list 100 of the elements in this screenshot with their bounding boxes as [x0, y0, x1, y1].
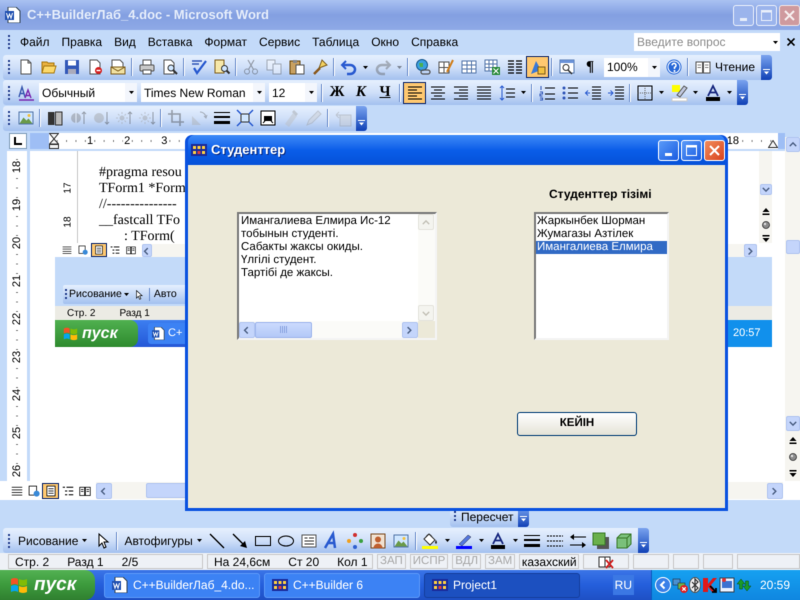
language-indicator[interactable]: RU: [612, 575, 634, 595]
memo-field[interactable]: Имангалиева Елмира Ис-12 тобынын студенті. Сабакты жаксы окиды. Үлгілі студент. Тартібі де жаксы.: [237, 212, 437, 340]
arrow-icon: [232, 532, 248, 548]
list-item[interactable]: Жумагазы Азтілек: [536, 228, 667, 241]
toolbar-options-button[interactable]: [737, 80, 748, 105]
page-no-entry-icon: [86, 59, 102, 75]
person-tile-icon: [370, 532, 386, 548]
recalc-button[interactable]: Пересчет: [459, 508, 516, 526]
scroll-left-button[interactable]: [96, 482, 112, 498]
network-error-icon[interactable]: [672, 577, 688, 593]
framed-screen-icon[interactable]: [719, 577, 735, 593]
four-dots-icon: [347, 532, 364, 548]
print-layout-button[interactable]: [91, 243, 107, 257]
print-layout-button[interactable]: [42, 482, 59, 498]
blank-page-icon: [18, 59, 34, 75]
scroll-down-button[interactable]: [786, 416, 800, 431]
menu-item[interactable]: Формат: [200, 32, 252, 52]
scroll-up-button[interactable]: [786, 137, 800, 152]
scroll-right-button[interactable]: [767, 482, 783, 498]
menu-item[interactable]: Таблица: [308, 32, 364, 52]
indent-icon: [608, 84, 624, 100]
bold-button[interactable]: Ж: [325, 82, 349, 104]
scroll-thumb[interactable]: [255, 322, 312, 338]
sun-down-arrow-icon: [138, 110, 154, 126]
menu-item[interactable]: Вставка: [144, 32, 196, 52]
square-back-arrow-icon: [334, 110, 350, 126]
shapes-icon: [530, 59, 546, 75]
status-text: Стр. 2: [15, 554, 50, 570]
italic-button[interactable]: К: [349, 82, 373, 104]
list-item[interactable]: Имангалиева Елмира: [536, 241, 667, 254]
underline-button[interactable]: Ч: [373, 82, 397, 104]
font-dropdown[interactable]: Times New Roman: [141, 83, 265, 102]
student-list-box[interactable]: Жаркынбек Шорман Жумагазы Азтілек Имангалиева Елмира: [534, 212, 669, 340]
caret-icon: [652, 66, 656, 68]
grip-icon[interactable]: [8, 84, 11, 100]
menu-item[interactable]: Файл: [16, 32, 54, 52]
ball-icon[interactable]: [788, 453, 796, 461]
grip-icon[interactable]: [8, 59, 11, 75]
right-indent-marker-icon[interactable]: [768, 140, 778, 148]
dialog-title: Студенттер: [211, 141, 286, 160]
down-arrow-bar-icon[interactable]: [788, 469, 796, 477]
font-size-dropdown[interactable]: 12: [269, 83, 317, 102]
k-shape-arrow-icon[interactable]: [702, 577, 718, 593]
taskbar-button[interactable]: Project1: [424, 572, 580, 598]
chevron-left-icon[interactable]: [655, 577, 671, 593]
code-line: __fastcall TFo: [99, 213, 180, 229]
menu-item[interactable]: Вид: [110, 32, 140, 52]
menu-button[interactable]: Рисование: [14, 530, 92, 552]
bluetooth-icon[interactable]: [689, 577, 701, 593]
toolbar-options-button[interactable]: [761, 54, 772, 80]
memo-text-line: Үлгілі студент.: [241, 254, 316, 267]
scroll-down-button[interactable]: [760, 184, 772, 195]
help-question-field[interactable]: Введите вопрос: [634, 33, 780, 51]
zoom-dropdown[interactable]: 100%: [604, 58, 660, 76]
caret-icon: [512, 539, 518, 542]
menu-button[interactable]: Автофигуры: [120, 530, 206, 552]
status-panel: [737, 554, 800, 569]
close-icon: [784, 10, 795, 20]
drawing-button[interactable]: [526, 56, 549, 78]
grip-icon[interactable]: [8, 532, 11, 548]
scroll-right-button[interactable]: [744, 244, 757, 256]
tab-selector-button[interactable]: [9, 133, 27, 149]
scroll-thumb[interactable]: [786, 240, 800, 254]
taskbar-button[interactable]: C++BuilderЛаб_4.do...: [104, 572, 260, 598]
start-button[interactable]: пуск: [0, 570, 95, 600]
scroll-right-button[interactable]: [402, 322, 418, 338]
square-corner-arrows-icon: [236, 110, 252, 126]
align-right-icon: [452, 84, 468, 100]
status-panel: [633, 554, 670, 569]
indent-marker-icon[interactable]: [49, 133, 59, 149]
line-weights-icon: [524, 532, 540, 548]
grip-icon[interactable]: [8, 110, 11, 126]
style-dropdown[interactable]: Обычный: [39, 83, 137, 102]
reading-button[interactable]: Чтение: [691, 56, 760, 78]
align-center-icon: [430, 84, 446, 100]
crop-icon: [168, 110, 184, 126]
list-item[interactable]: Жаркынбек Шорман: [536, 215, 667, 228]
grip-icon[interactable]: [8, 34, 11, 50]
align-left-button[interactable]: [403, 82, 426, 104]
menu-item[interactable]: Окно: [367, 32, 404, 52]
formatting-marks-button[interactable]: ¶: [578, 56, 602, 78]
line-weights-icon: [214, 110, 230, 126]
toolbar-options-button[interactable]: [356, 106, 367, 130]
book-cross-icon[interactable]: [598, 554, 614, 568]
ruler-number: 3: [160, 135, 168, 147]
line-icon: [209, 532, 226, 548]
scroll-left-button[interactable]: [142, 244, 152, 256]
menu-item[interactable]: Сервис: [255, 32, 304, 52]
status-text: Кол 1: [337, 554, 368, 570]
next-button[interactable]: КЕЙІН: [517, 412, 637, 436]
lines-checkmark-icon: [190, 59, 206, 75]
ruler-number: 1: [86, 135, 94, 147]
shadow-square-icon: [593, 532, 610, 548]
scroll-left-button[interactable]: [239, 322, 255, 338]
memo-text-line: Тартібі де жаксы.: [241, 267, 333, 280]
up-arrow-bar-icon[interactable]: [788, 437, 796, 445]
toolbar-options-button[interactable]: [638, 528, 649, 553]
menu-item[interactable]: Правка: [58, 32, 106, 52]
taskbar-button[interactable]: C++Builder 6: [264, 572, 420, 598]
menu-item[interactable]: Справка: [407, 32, 462, 52]
